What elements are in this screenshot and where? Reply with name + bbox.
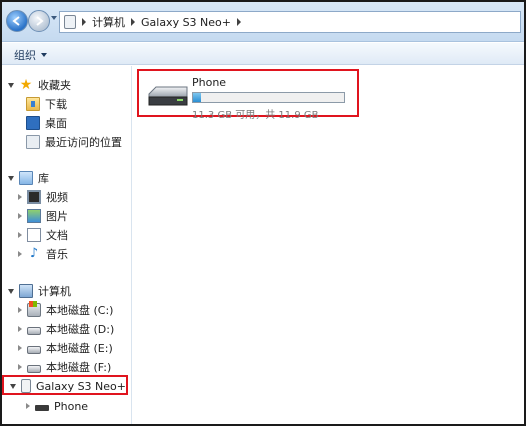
phone-storage-icon xyxy=(148,86,188,106)
collapse-arrow-icon[interactable] xyxy=(18,213,22,219)
collapse-arrow-icon[interactable] xyxy=(18,326,22,332)
storage-usage-bar xyxy=(192,92,345,103)
organize-label: 组织 xyxy=(14,49,36,62)
downloads-folder-icon xyxy=(26,97,40,111)
expand-icon[interactable] xyxy=(8,82,14,88)
collapse-arrow-icon[interactable] xyxy=(26,403,30,409)
nav-item-downloads[interactable]: 下载 xyxy=(26,95,67,113)
nav-item-label: 文档 xyxy=(46,229,68,242)
collapse-arrow-icon[interactable] xyxy=(18,251,22,257)
nav-item-label: 视频 xyxy=(46,191,68,204)
nav-item-music[interactable]: ♪ 音乐 xyxy=(18,245,68,263)
nav-item-label: 本地磁盘 (E:) xyxy=(46,342,113,355)
system-disk-icon xyxy=(27,301,41,317)
nav-item-phone[interactable]: Phone xyxy=(26,397,88,415)
nav-item-label: 桌面 xyxy=(45,117,67,130)
nav-item-pictures[interactable]: 图片 xyxy=(18,207,68,225)
star-icon: ★ xyxy=(19,77,33,93)
organize-button[interactable]: 组织 xyxy=(14,47,47,63)
expand-icon[interactable] xyxy=(8,175,14,181)
toolbar: 组织 xyxy=(2,43,524,65)
breadcrumb-device[interactable]: Galaxy S3 Neo+ xyxy=(141,16,231,29)
storage-size-text: 11.3 GB 可用，共 11.9 GB xyxy=(192,110,319,121)
storage-name: Phone xyxy=(192,76,227,89)
chevron-right-icon[interactable] xyxy=(82,18,86,26)
nav-item-drive-f[interactable]: 本地磁盘 (F:) xyxy=(18,358,111,376)
content-pane: Phone 11.3 GB 可用，共 11.9 GB xyxy=(133,66,524,424)
hard-disk-icon xyxy=(27,345,41,354)
pictures-icon xyxy=(27,209,41,223)
collapse-arrow-icon[interactable] xyxy=(18,307,22,313)
nav-item-label: 本地磁盘 (F:) xyxy=(46,361,112,374)
selection-highlight xyxy=(2,375,128,395)
library-icon xyxy=(19,171,33,185)
collapse-arrow-icon[interactable] xyxy=(18,345,22,351)
nav-item-label: 图片 xyxy=(46,210,68,223)
nav-item-drive-c[interactable]: 本地磁盘 (C:) xyxy=(18,301,113,319)
nav-item-documents[interactable]: 文档 xyxy=(18,226,68,244)
hard-disk-icon xyxy=(27,326,41,335)
nav-item-label: 本地磁盘 (C:) xyxy=(46,304,114,317)
nav-item-label: 最近访问的位置 xyxy=(45,136,122,149)
collapse-arrow-icon[interactable] xyxy=(18,232,22,238)
nav-item-label: 下载 xyxy=(45,98,67,111)
nav-computer[interactable]: 计算机 xyxy=(8,282,71,300)
chevron-right-icon[interactable] xyxy=(131,18,135,26)
arrow-right-icon xyxy=(36,16,44,26)
address-bar: 计算机 Galaxy S3 Neo+ xyxy=(2,2,524,42)
breadcrumb[interactable]: 计算机 Galaxy S3 Neo+ xyxy=(59,11,521,33)
computer-icon xyxy=(19,284,33,298)
forward-button[interactable] xyxy=(28,10,50,32)
device-icon xyxy=(64,15,76,29)
collapse-arrow-icon[interactable] xyxy=(18,194,22,200)
collapse-arrow-icon[interactable] xyxy=(18,364,22,370)
nav-libraries-label: 库 xyxy=(38,172,49,185)
recent-places-icon xyxy=(26,135,40,149)
storage-tile[interactable]: Phone 11.3 GB 可用，共 11.9 GB xyxy=(137,69,359,121)
navigation-pane: ★ 收藏夹 下载 桌面 最近访问的位置 库 视频 图片 文档 ♪ 音乐 计算机 … xyxy=(2,66,132,424)
storage-usage-fill xyxy=(193,93,201,102)
nav-favorites-label: 收藏夹 xyxy=(38,79,71,92)
music-note-icon: ♪ xyxy=(29,246,39,261)
nav-item-label: 本地磁盘 (D:) xyxy=(46,323,115,336)
nav-item-label: Phone xyxy=(54,399,89,413)
nav-item-recent-places[interactable]: 最近访问的位置 xyxy=(26,133,122,151)
nav-item-drive-e[interactable]: 本地磁盘 (E:) xyxy=(18,339,113,357)
chevron-down-icon xyxy=(41,53,47,57)
arrow-left-icon xyxy=(12,16,20,26)
chevron-right-icon[interactable] xyxy=(237,18,241,26)
phone-storage-icon xyxy=(35,405,49,411)
nav-item-videos[interactable]: 视频 xyxy=(18,188,68,206)
nav-item-drive-d[interactable]: 本地磁盘 (D:) xyxy=(18,320,114,338)
recent-pages-dropdown[interactable] xyxy=(51,16,57,20)
nav-item-desktop[interactable]: 桌面 xyxy=(26,114,67,132)
nav-item-label: 音乐 xyxy=(46,248,68,261)
expand-icon[interactable] xyxy=(8,288,14,294)
nav-computer-label: 计算机 xyxy=(38,285,71,298)
nav-libraries[interactable]: 库 xyxy=(8,169,49,187)
hard-disk-icon xyxy=(27,364,41,373)
back-button[interactable] xyxy=(6,10,28,32)
nav-favorites[interactable]: ★ 收藏夹 xyxy=(8,76,71,94)
desktop-icon xyxy=(26,116,40,130)
breadcrumb-computer[interactable]: 计算机 xyxy=(92,14,125,30)
documents-icon xyxy=(27,228,41,242)
video-icon xyxy=(27,190,41,204)
